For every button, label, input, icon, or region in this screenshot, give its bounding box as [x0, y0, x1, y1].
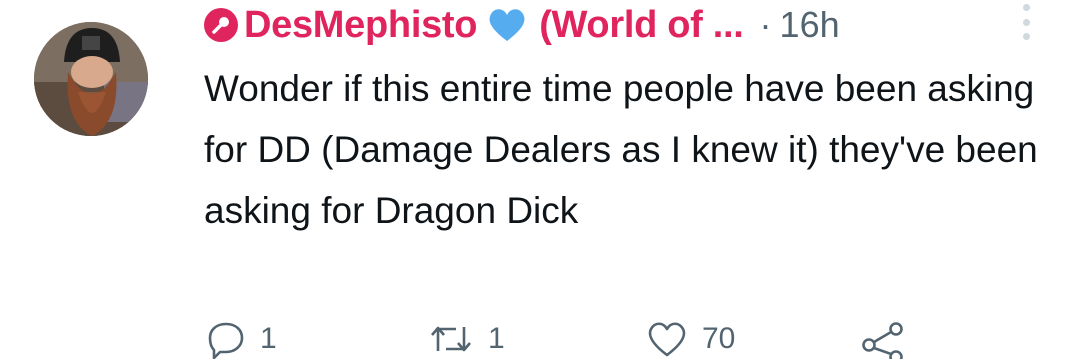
display-name-suffix[interactable]: (World of ... [539, 4, 744, 47]
share-button[interactable] [860, 318, 906, 360]
retweet-count: 1 [488, 322, 505, 355]
timestamp[interactable]: 16h [780, 4, 840, 46]
blue-heart-icon [487, 7, 527, 43]
like-icon [646, 319, 688, 359]
like-count: 70 [702, 322, 736, 355]
reply-icon [206, 319, 246, 359]
share-icon [860, 319, 906, 359]
tweet[interactable]: DesMephisto (World of ... · 16h Wonder i… [0, 0, 1080, 360]
tweet-text: Wonder if this entire time people have b… [204, 68, 1038, 231]
action-bar: 1 1 70 [0, 318, 1080, 360]
reply-count: 1 [260, 322, 277, 355]
separator-dot: · [759, 4, 772, 45]
tweet-header: DesMephisto (World of ... · 16h [204, 2, 840, 48]
reply-button[interactable]: 1 [206, 318, 277, 360]
display-name[interactable]: DesMephisto [244, 4, 477, 47]
retweet-button[interactable]: 1 [428, 318, 505, 360]
retweet-icon [428, 319, 474, 359]
microphone-icon [204, 8, 238, 42]
like-button[interactable]: 70 [646, 318, 735, 360]
more-options-icon[interactable] [1016, 2, 1036, 42]
avatar[interactable] [34, 22, 148, 136]
